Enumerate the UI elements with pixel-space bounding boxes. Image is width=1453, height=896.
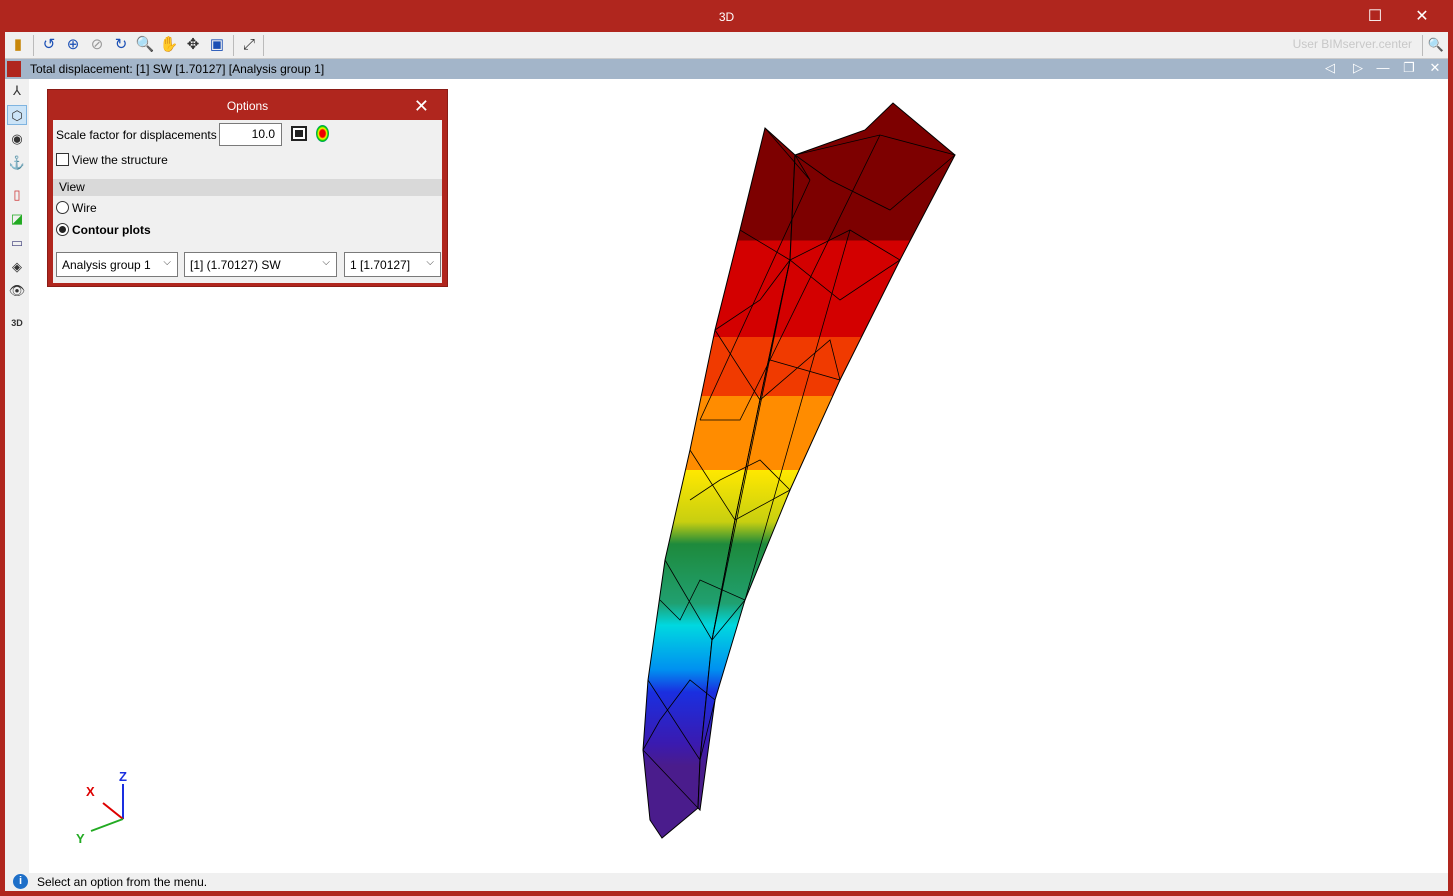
zoom-x2-icon[interactable]: ⊘ — [87, 35, 107, 55]
toolbar: ▮ ↺ ⊕ ⊘ ↻ 🔍 ✋ ✥ ▣ ⤢ User BIMserver.cente… — [5, 32, 1448, 59]
orbit-view-icon[interactable]: ◉ — [7, 129, 27, 149]
load-case-select[interactable]: [1] (1.70127) SW ⌵ — [184, 252, 337, 277]
view-structure-label[interactable]: View the structure — [72, 153, 168, 167]
minimize-icon[interactable]: — — [1373, 60, 1393, 78]
axis-z-label: Z — [119, 769, 127, 784]
solid-view-icon[interactable]: ⬡ — [7, 105, 27, 125]
options-title: Options — [226, 99, 269, 113]
window-title: 3D — [718, 10, 735, 24]
status-bar: i Select an option from the menu. — [5, 873, 1448, 891]
next-icon[interactable]: ▷ — [1348, 60, 1368, 78]
layers-icon[interactable]: ◈ — [7, 257, 27, 277]
cut-plane-icon[interactable]: ▭ — [7, 233, 27, 253]
user-bimserver[interactable]: User BIMserver.center — [1293, 37, 1412, 51]
window-view-icon[interactable]: ▣ — [207, 35, 227, 55]
options-close-button[interactable]: ✕ — [414, 96, 429, 117]
wire-label[interactable]: Wire — [72, 201, 97, 215]
redraw-icon[interactable]: ↻ — [111, 35, 131, 55]
chevron-down-icon: ⌵ — [426, 257, 434, 268]
visibility-icon[interactable]: 👁 — [7, 281, 27, 301]
orbit-icon[interactable]: ✥ — [183, 35, 203, 55]
document-bar: Total displacement: [1] SW [1.70127] [An… — [5, 59, 1448, 79]
measure-icon[interactable]: ⤢ — [239, 35, 259, 55]
document-title: Total displacement: [1] SW [1.70127] [An… — [30, 62, 325, 76]
previous-icon[interactable]: ◁ — [1320, 60, 1340, 78]
options-dialog: Options ✕ Scale factor for displacements… — [47, 89, 448, 287]
mode-select[interactable]: 1 [1.70127] ⌵ — [344, 252, 441, 277]
load-case-value: [1] (1.70127) SW — [190, 258, 281, 272]
axes-icon[interactable]: ⅄ — [7, 81, 27, 101]
contour-plots-label[interactable]: Contour plots — [72, 223, 151, 237]
close-doc-icon[interactable]: ✕ — [1425, 60, 1445, 78]
restore-icon[interactable]: ❐ — [1399, 60, 1419, 78]
exit-icon[interactable]: ▮ — [8, 35, 28, 55]
axis-x-label: X — [86, 784, 95, 799]
search-icon[interactable]: 🔍 — [1426, 35, 1446, 55]
chevron-down-icon: ⌵ — [322, 257, 330, 268]
zoom-all-icon[interactable]: ⊕ — [63, 35, 83, 55]
analysis-group-value: Analysis group 1 — [62, 258, 151, 272]
app-icon — [7, 61, 21, 77]
rotate-axis-icon[interactable]: ⚓ — [7, 153, 27, 173]
close-button[interactable]: ✕ — [1399, 0, 1445, 32]
scale-factor-input[interactable]: 10.0 — [219, 123, 282, 146]
contour-scale-icon[interactable] — [316, 125, 329, 142]
wire-radio[interactable] — [56, 201, 69, 214]
chevron-down-icon: ⌵ — [163, 257, 171, 268]
3d-settings-icon[interactable]: 3D — [7, 313, 27, 333]
mode-value: 1 [1.70127] — [350, 258, 411, 272]
axis-y-label: Y — [76, 831, 85, 846]
animation-icon[interactable] — [291, 126, 307, 141]
view-section-header: View — [53, 179, 442, 196]
section-icon[interactable]: ▯ — [7, 185, 27, 205]
scale-factor-label: Scale factor for displacements — [56, 128, 217, 142]
rotate-icon[interactable]: ↺ — [39, 35, 59, 55]
pan-hand-icon[interactable]: ✋ — [159, 35, 179, 55]
info-icon: i — [13, 874, 28, 889]
side-toolbar: ⅄ ⬡ ◉ ⚓ ▯ ◪ ▭ ◈ 👁 3D — [5, 79, 29, 873]
zoom-window-icon[interactable]: 🔍 — [135, 35, 155, 55]
maximize-button[interactable]: ☐ — [1352, 0, 1398, 32]
plane-icon[interactable]: ◪ — [7, 209, 27, 229]
contour-plots-radio[interactable] — [56, 223, 69, 236]
analysis-group-select[interactable]: Analysis group 1 ⌵ — [56, 252, 178, 277]
view-structure-checkbox[interactable] — [56, 153, 69, 166]
status-text: Select an option from the menu. — [37, 875, 208, 889]
